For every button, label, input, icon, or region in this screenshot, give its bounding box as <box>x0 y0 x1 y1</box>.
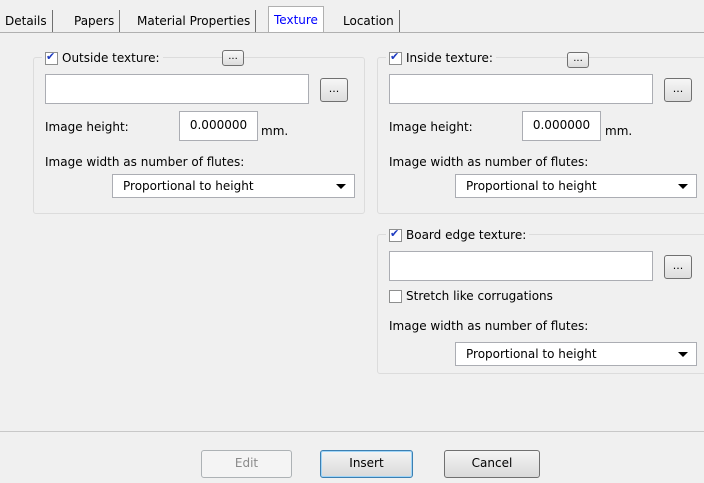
inside-height-unit: mm. <box>605 124 633 138</box>
outside-width-select[interactable]: Proportional to height <box>112 174 355 198</box>
inside-texture-checkbox[interactable] <box>389 50 402 65</box>
board-edge-texture-label: Board edge texture: <box>406 228 527 242</box>
board-edge-width-select[interactable]: Proportional to height <box>455 342 697 366</box>
outside-height-unit: mm. <box>261 124 289 138</box>
outside-texture-label: Outside texture: <box>62 51 160 65</box>
tab-details[interactable]: Details <box>0 10 53 32</box>
board-edge-texture-path-field[interactable] <box>389 251 653 281</box>
inside-image-height-label: Image height: <box>389 120 473 134</box>
tab-material-properties[interactable]: Material Properties <box>132 10 257 32</box>
inside-texture-options-button[interactable]: ... <box>567 52 589 68</box>
inside-texture-label: Inside texture: <box>406 51 493 65</box>
tab-location[interactable]: Location <box>338 10 400 32</box>
inside-width-select-value: Proportional to height <box>466 179 597 193</box>
stretch-like-corrugations-checkbox[interactable] <box>389 289 402 303</box>
outside-texture-browse-button[interactable]: ... <box>320 78 348 102</box>
inside-texture-title: Inside texture: <box>386 49 496 67</box>
inside-width-label: Image width as number of flutes: <box>389 155 589 169</box>
outside-width-label: Image width as number of flutes: <box>45 155 245 169</box>
board-edge-texture-checkbox[interactable] <box>389 227 402 242</box>
inside-texture-path-field[interactable] <box>389 74 653 104</box>
outside-texture-options-button[interactable]: ... <box>222 50 244 66</box>
outside-texture-checkbox[interactable] <box>45 50 58 65</box>
inside-texture-browse-button[interactable]: ... <box>664 78 692 102</box>
edit-button[interactable]: Edit <box>201 450 292 478</box>
tab-bar: Details Papers Material Properties Textu… <box>0 0 704 34</box>
board-edge-width-label: Image width as number of flutes: <box>389 319 589 333</box>
chevron-down-icon <box>336 184 346 189</box>
board-edge-width-select-value: Proportional to height <box>466 347 597 361</box>
outside-texture-title: Outside texture: <box>42 49 163 67</box>
tab-texture[interactable]: Texture <box>268 6 324 33</box>
footer-divider <box>0 431 704 432</box>
insert-button[interactable]: Insert <box>320 450 413 478</box>
inside-width-select[interactable]: Proportional to height <box>455 174 697 198</box>
board-edge-texture-title: Board edge texture: <box>386 226 530 244</box>
chevron-down-icon <box>678 352 688 357</box>
tab-papers[interactable]: Papers <box>69 10 121 32</box>
stretch-like-corrugations-label: Stretch like corrugations <box>406 289 553 303</box>
board-edge-texture-browse-button[interactable]: ... <box>664 255 692 279</box>
cancel-button[interactable]: Cancel <box>444 450 540 478</box>
inside-image-height-input[interactable]: 0.000000 <box>522 111 601 141</box>
outside-texture-path-field[interactable] <box>45 74 309 104</box>
outside-image-height-input[interactable]: 0.000000 <box>179 111 258 141</box>
tab-underline <box>0 32 704 33</box>
outside-width-select-value: Proportional to height <box>123 179 254 193</box>
stretch-like-corrugations-row[interactable]: Stretch like corrugations <box>389 289 553 303</box>
outside-image-height-label: Image height: <box>45 120 129 134</box>
chevron-down-icon <box>678 184 688 189</box>
